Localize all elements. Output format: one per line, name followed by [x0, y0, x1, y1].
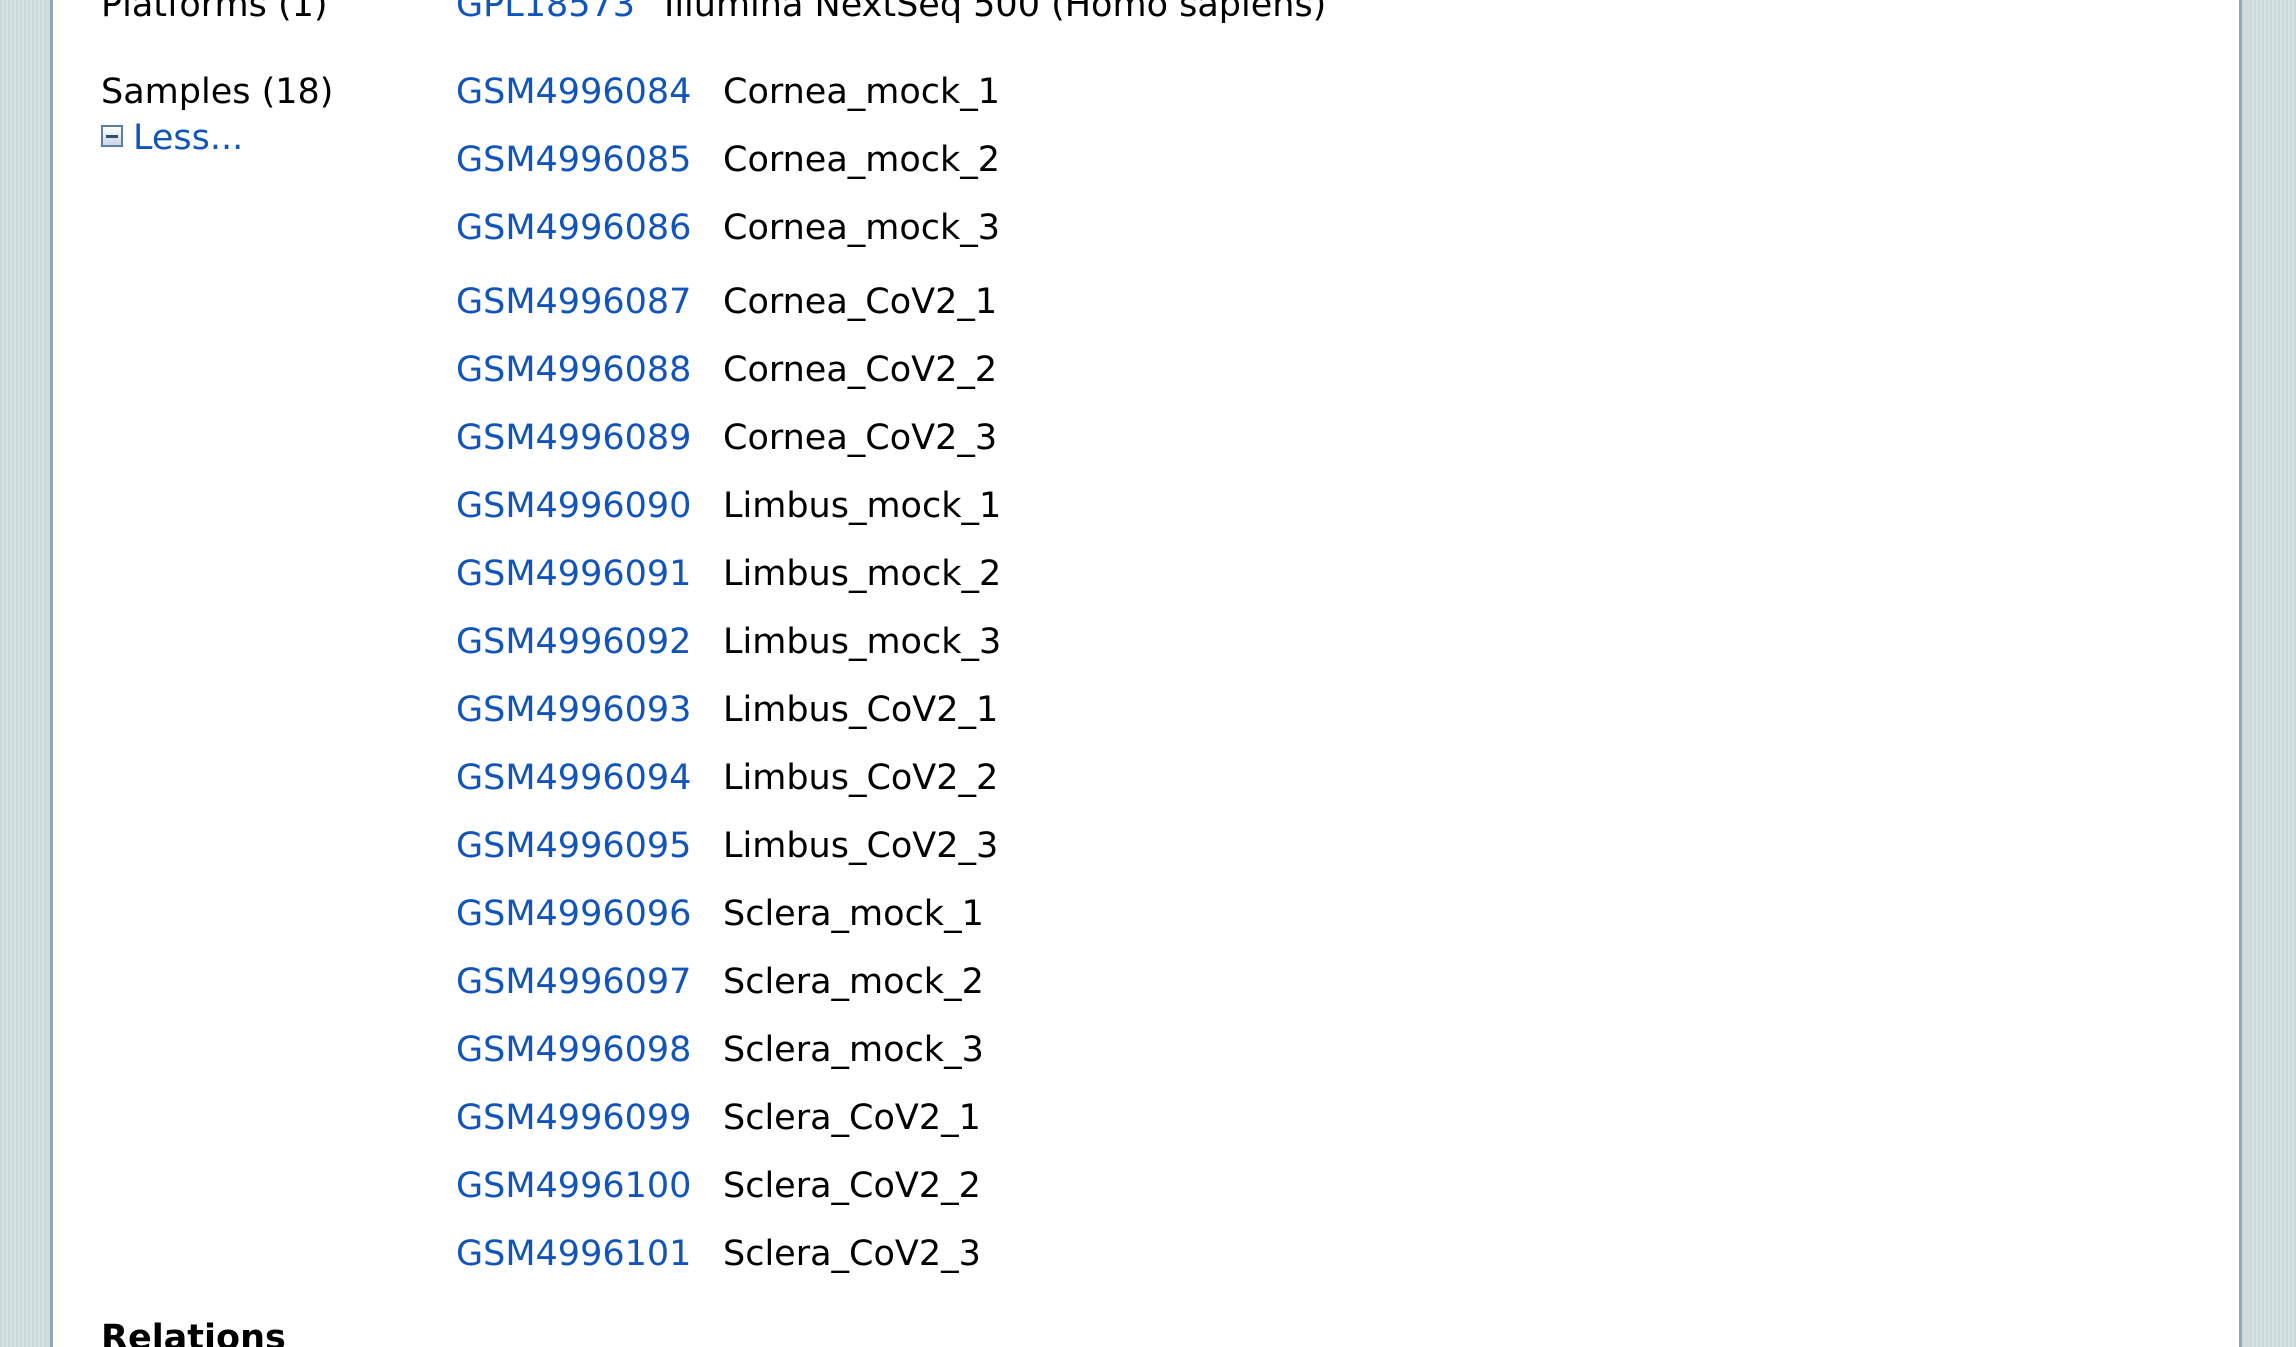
sample-title: Sclera_CoV2_3	[723, 1234, 981, 1274]
relations-heading: Relations	[101, 1318, 286, 1347]
sample-title: Sclera_CoV2_1	[723, 1098, 981, 1138]
sample-title: Sclera_mock_2	[723, 962, 984, 1002]
samples-less-toggle[interactable]: Less...	[101, 118, 243, 158]
sample-accession-link[interactable]: GSM4996087	[456, 282, 691, 322]
sample-accession-link[interactable]: GSM4996088	[456, 350, 691, 390]
sample-title: Cornea_mock_1	[723, 72, 1001, 112]
sample-title: Limbus_mock_1	[723, 486, 1002, 526]
platform-description: Illumina NextSeq 500 (Homo sapiens)	[664, 0, 1327, 25]
collapse-minus-icon	[101, 125, 123, 147]
sample-title: Limbus_CoV2_3	[723, 826, 999, 866]
sample-accession-link[interactable]: GSM4996101	[456, 1234, 691, 1274]
sample-accession-link[interactable]: GSM4996100	[456, 1166, 691, 1206]
page-frame-right	[2250, 0, 2296, 1347]
less-link-label: Less...	[133, 118, 244, 158]
sample-title: Sclera_mock_3	[723, 1030, 984, 1070]
sample-accession-link[interactable]: GSM4996091	[456, 554, 691, 594]
sample-title: Limbus_CoV2_1	[723, 690, 999, 730]
samples-label: Samples (18)	[101, 72, 334, 112]
sample-title: Sclera_CoV2_2	[723, 1166, 981, 1206]
sample-accession-link[interactable]: GSM4996092	[456, 622, 691, 662]
sample-accession-link[interactable]: GSM4996086	[456, 208, 691, 248]
main-content: Platforms (1) GPL18573 Illumina NextSeq …	[50, 0, 2242, 1347]
sample-accession-link[interactable]: GSM4996094	[456, 758, 691, 798]
sample-accession-link[interactable]: GSM4996093	[456, 690, 691, 730]
sample-accession-link[interactable]: GSM4996095	[456, 826, 691, 866]
sample-title: Cornea_mock_2	[723, 140, 1001, 180]
sample-title: Sclera_mock_1	[723, 894, 984, 934]
sample-title: Cornea_CoV2_1	[723, 282, 998, 322]
sample-title: Limbus_mock_3	[723, 622, 1002, 662]
sample-accession-link[interactable]: GSM4996084	[456, 72, 691, 112]
sample-accession-link[interactable]: GSM4996098	[456, 1030, 691, 1070]
sample-accession-link[interactable]: GSM4996097	[456, 962, 691, 1002]
sample-accession-link[interactable]: GSM4996090	[456, 486, 691, 526]
sample-accession-link[interactable]: GSM4996085	[456, 140, 691, 180]
sample-accession-link[interactable]: GSM4996096	[456, 894, 691, 934]
platforms-label: Platforms (1)	[101, 0, 328, 25]
sample-title: Cornea_mock_3	[723, 208, 1001, 248]
platform-accession-link[interactable]: GPL18573	[456, 0, 635, 25]
sample-accession-link[interactable]: GSM4996099	[456, 1098, 691, 1138]
sample-accession-link[interactable]: GSM4996089	[456, 418, 691, 458]
sample-title: Limbus_CoV2_2	[723, 758, 999, 798]
sample-title: Cornea_CoV2_3	[723, 418, 998, 458]
sample-title: Limbus_mock_2	[723, 554, 1002, 594]
page-frame-left	[0, 0, 46, 1347]
sample-title: Cornea_CoV2_2	[723, 350, 998, 390]
